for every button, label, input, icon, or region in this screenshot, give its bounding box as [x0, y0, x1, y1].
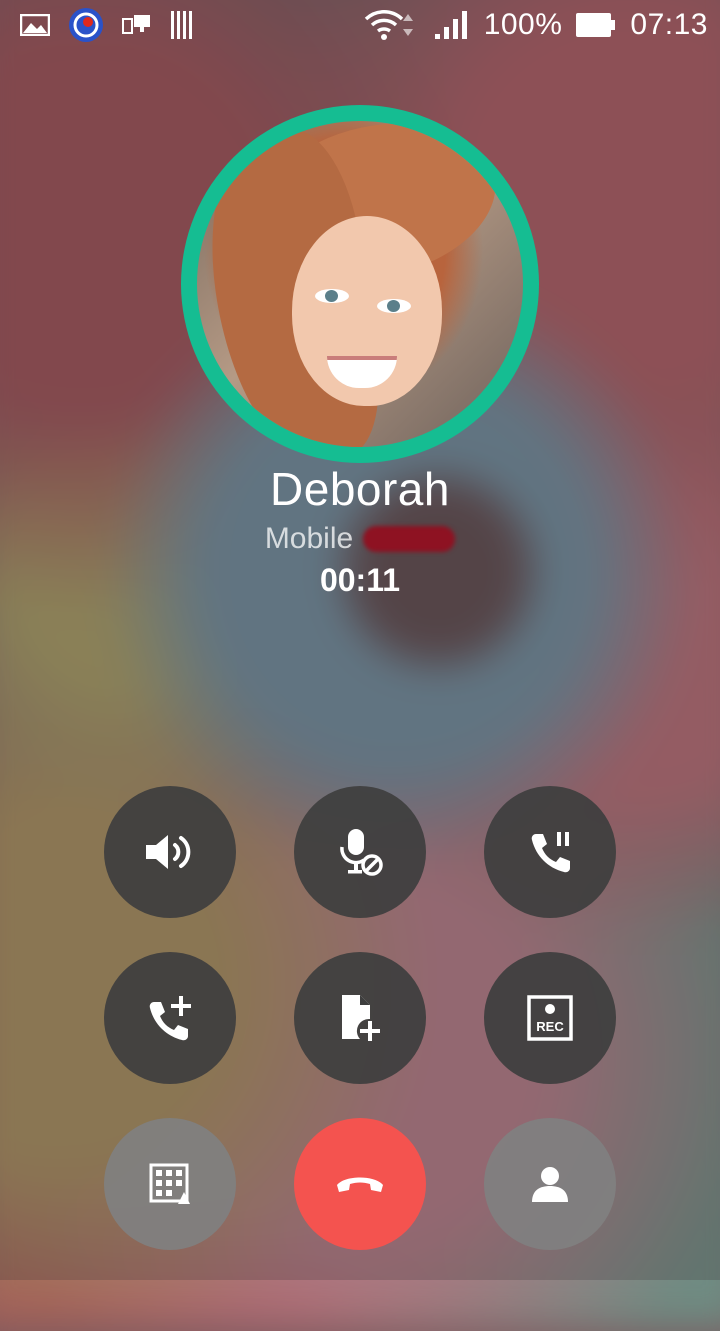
- add-note-icon: [336, 993, 384, 1043]
- avatar-ring: [181, 105, 539, 463]
- caller-number-line: Mobile: [0, 522, 720, 556]
- gallery-notification-icon: [20, 14, 50, 36]
- speaker-icon: [144, 832, 196, 872]
- battery-percent: 100%: [483, 8, 563, 41]
- hold-button[interactable]: [484, 786, 616, 918]
- dialpad-button[interactable]: [104, 1118, 236, 1250]
- dialpad-icon: [148, 1162, 192, 1206]
- end-call-button[interactable]: [294, 1118, 426, 1250]
- end-call-icon: [335, 1173, 385, 1195]
- add-note-button[interactable]: [294, 952, 426, 1084]
- call-recorder-notification-icon: [68, 7, 104, 43]
- caller-name: Deborah: [270, 463, 450, 515]
- hold-call-icon: [528, 830, 572, 874]
- redacted-number: [363, 526, 456, 552]
- speaker-button[interactable]: [104, 786, 236, 918]
- number-type-label: Mobile: [264, 522, 354, 555]
- contact-icon: [530, 1164, 570, 1204]
- notification-icons: [20, 7, 196, 43]
- caller-photo: [197, 121, 523, 447]
- record-button[interactable]: REC: [484, 952, 616, 1084]
- barcode-notification-icon: [170, 10, 196, 40]
- contact-button[interactable]: [484, 1118, 616, 1250]
- mute-button[interactable]: [294, 786, 426, 918]
- add-call-icon: [146, 994, 194, 1042]
- system-icons: 100% 07:13: [364, 8, 708, 42]
- call-duration: 00:11: [319, 562, 401, 598]
- clock: 07:13: [630, 8, 708, 41]
- add-call-button[interactable]: [104, 952, 236, 1084]
- devices-notification-icon: [122, 13, 152, 37]
- battery-icon: [576, 12, 616, 38]
- record-label: REC: [536, 1019, 564, 1034]
- wifi-icon: [364, 9, 420, 41]
- signal-icon: [434, 10, 470, 40]
- record-icon: REC: [526, 994, 574, 1042]
- status-bar: 100% 07:13: [0, 0, 720, 50]
- mute-mic-icon: [336, 827, 384, 877]
- photo-eye: [377, 299, 411, 313]
- photo-eye: [315, 289, 349, 303]
